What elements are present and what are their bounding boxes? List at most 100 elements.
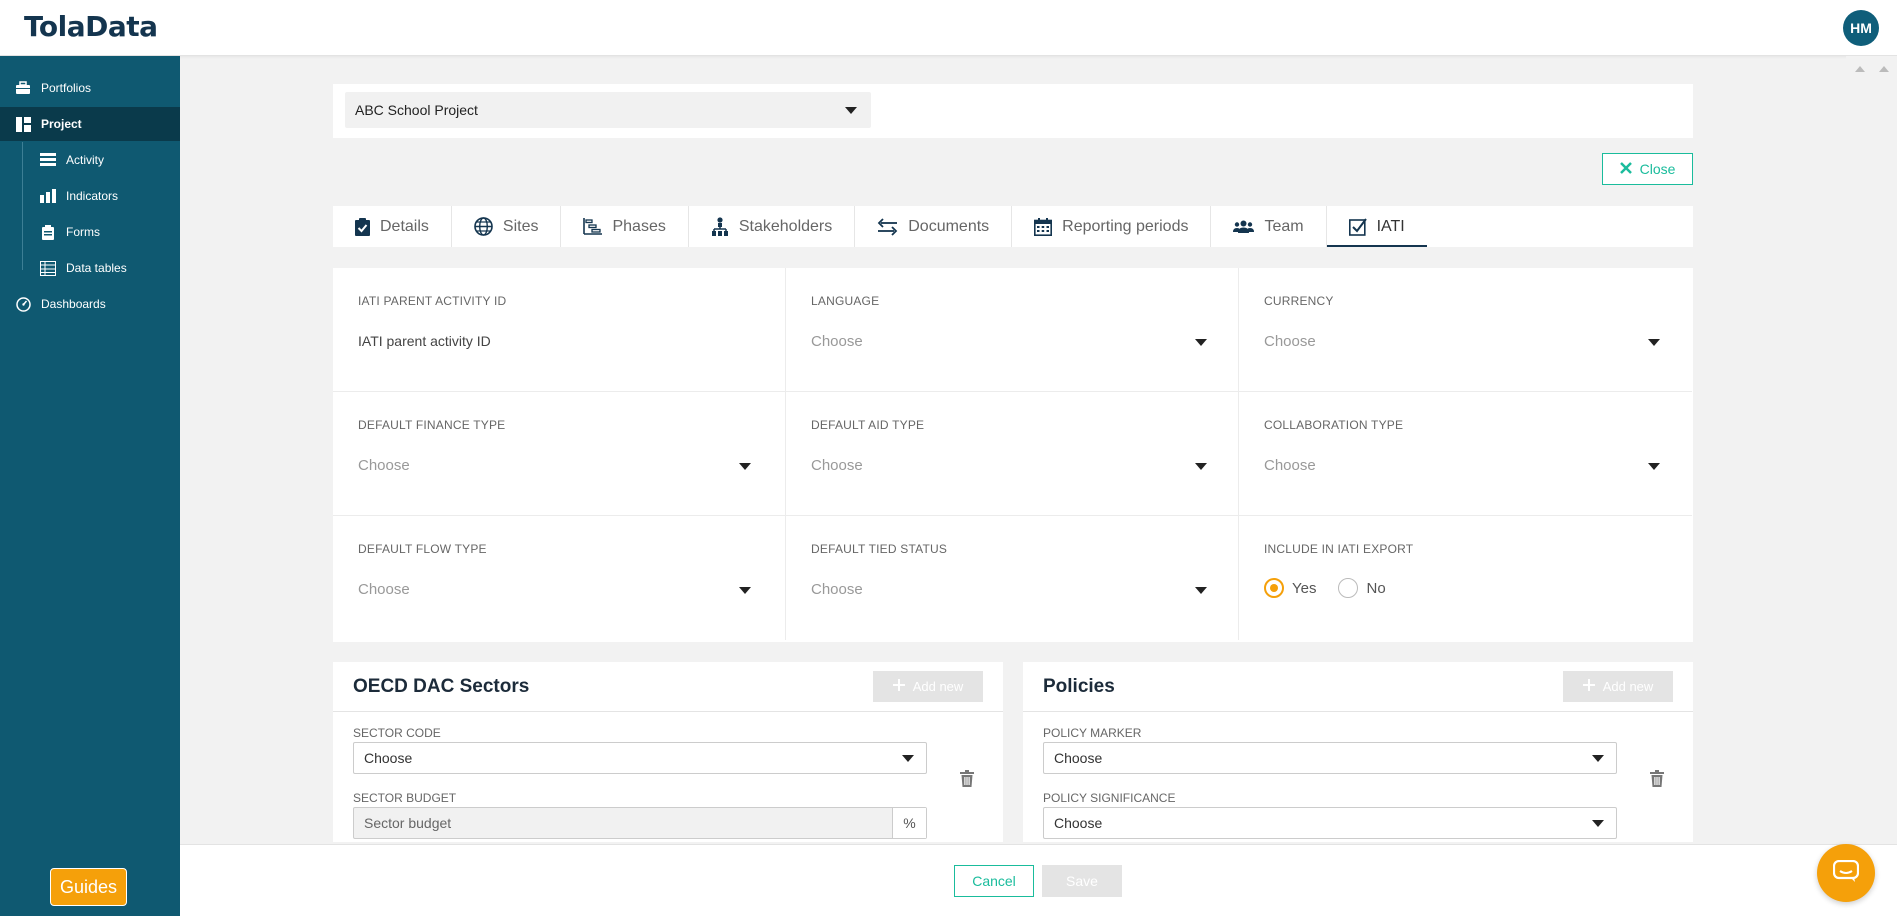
tab-sites[interactable]: Sites <box>452 206 562 247</box>
default-flow-type-select[interactable]: Choose <box>358 581 410 598</box>
chat-widget-button[interactable] <box>1817 844 1875 902</box>
sidebar-item-label: Indicators <box>66 189 119 203</box>
clipboard-check-icon <box>355 217 370 236</box>
sector-budget-input[interactable]: Sector budget % <box>353 807 927 839</box>
chevron-down-icon[interactable] <box>739 463 751 470</box>
chevron-down-icon[interactable] <box>1648 339 1660 346</box>
tab-details[interactable]: Details <box>333 206 452 247</box>
globe-icon <box>474 217 493 236</box>
sidebar-item-forms[interactable]: Forms <box>0 215 180 249</box>
sector-code-label: SECTOR CODE <box>353 726 441 740</box>
tab-label: Documents <box>908 217 990 235</box>
chevron-down-icon[interactable] <box>1195 339 1207 346</box>
close-button-label: Close <box>1639 161 1676 177</box>
briefcase-icon <box>15 80 31 96</box>
policy-marker-value: Choose <box>1054 750 1103 766</box>
app-logo[interactable]: TolaData <box>24 10 158 43</box>
chevron-down-icon[interactable] <box>1648 463 1660 470</box>
tab-documents[interactable]: Documents <box>855 206 1013 247</box>
user-avatar[interactable]: HM <box>1843 10 1879 46</box>
sidebar-item-project[interactable]: Project <box>0 107 180 141</box>
policy-marker-select[interactable]: Choose <box>1043 742 1617 774</box>
add-sector-button[interactable]: Add new <box>873 671 983 702</box>
tab-team[interactable]: Team <box>1211 206 1327 247</box>
chevron-down-icon <box>902 755 914 762</box>
scroll-up-icon[interactable] <box>1879 66 1889 72</box>
panel-title: Policies <box>1043 676 1115 697</box>
policy-significance-label: POLICY SIGNIFICANCE <box>1043 791 1176 805</box>
default-finance-type-select[interactable]: Choose <box>358 457 410 474</box>
sidebar-item-label: Activity <box>66 153 105 167</box>
sector-budget-label: SECTOR BUDGET <box>353 791 457 805</box>
sidebar-item-dashboards[interactable]: Dashboards <box>0 287 180 321</box>
guides-button[interactable]: Guides <box>50 868 127 906</box>
save-button[interactable]: Save <box>1042 865 1122 897</box>
scroll-up-icon[interactable] <box>1855 66 1865 72</box>
exchange-arrows-icon <box>877 217 898 236</box>
include-in-iati-export-field: INCLUDE IN IATI EXPORT Yes No <box>1239 516 1692 640</box>
panel-header: Policies Add new <box>1023 662 1693 712</box>
tab-label: Reporting periods <box>1062 217 1189 235</box>
tab-reporting-periods[interactable]: Reporting periods <box>1012 206 1212 247</box>
tab-stakeholders[interactable]: Stakeholders <box>689 206 856 247</box>
cancel-button[interactable]: Cancel <box>954 865 1034 897</box>
sidebar-item-indicators[interactable]: Indicators <box>0 179 180 213</box>
users-icon <box>1233 220 1255 234</box>
field-label: CURRENCY <box>1264 294 1334 308</box>
sidebar-item-data-tables[interactable]: Data tables <box>0 251 180 285</box>
default-aid-type-select[interactable]: Choose <box>811 457 863 474</box>
tab-phases[interactable]: Phases <box>561 206 689 247</box>
tab-label: Sites <box>502 217 539 235</box>
tab-label: Stakeholders <box>738 217 833 235</box>
iati-fields-grid: IATI PARENT ACTIVITY ID IATI parent acti… <box>333 268 1693 642</box>
radio-no-label[interactable]: No <box>1366 580 1385 597</box>
chevron-down-icon <box>845 107 857 114</box>
language-select[interactable]: Choose <box>811 333 863 350</box>
sidebar: Portfolios Project Activity Indicators F… <box>0 56 180 916</box>
chat-icon <box>1832 859 1860 887</box>
scrollbar-area[interactable] <box>1846 56 1897 844</box>
add-new-label: Add new <box>912 679 964 694</box>
tab-label: Phases <box>612 217 666 235</box>
collaboration-type-select[interactable]: Choose <box>1264 457 1316 474</box>
sector-code-select[interactable]: Choose <box>353 742 927 774</box>
field-label: DEFAULT FLOW TYPE <box>358 542 487 556</box>
sidebar-item-label: Forms <box>66 225 100 239</box>
gauge-icon <box>15 296 31 312</box>
clipboard-icon <box>40 224 56 240</box>
close-button[interactable]: Close <box>1602 153 1693 185</box>
add-policy-button[interactable]: Add new <box>1563 671 1673 702</box>
radio-yes[interactable] <box>1264 578 1284 598</box>
project-select[interactable]: ABC School Project <box>345 92 871 128</box>
field-label: IATI PARENT ACTIVITY ID <box>358 294 507 308</box>
policy-significance-select[interactable]: Choose <box>1043 807 1617 839</box>
tab-label: Details <box>380 217 429 235</box>
sidebar-item-portfolios[interactable]: Portfolios <box>0 71 180 105</box>
default-tied-status-select[interactable]: Choose <box>811 581 863 598</box>
close-icon <box>1619 161 1632 177</box>
form-footer: Cancel Save <box>180 844 1897 916</box>
chevron-down-icon[interactable] <box>1195 587 1207 594</box>
field-label: INCLUDE IN IATI EXPORT <box>1264 542 1414 556</box>
sidebar-item-activity[interactable]: Activity <box>0 143 180 177</box>
chevron-down-icon <box>1592 820 1604 827</box>
default-flow-type-field: DEFAULT FLOW TYPE Choose <box>333 516 786 640</box>
add-new-label: Add new <box>1602 679 1654 694</box>
policies-panel: Policies Add new POLICY MARKER Choose PO… <box>1023 662 1693 842</box>
sidebar-item-label: Project <box>41 117 82 131</box>
trash-icon[interactable] <box>960 770 974 787</box>
tab-iati[interactable]: IATI <box>1326 206 1427 247</box>
radio-yes-label[interactable]: Yes <box>1292 580 1316 597</box>
chevron-down-icon <box>1592 755 1604 762</box>
tab-label: Team <box>1264 217 1304 235</box>
radio-no[interactable] <box>1338 578 1359 598</box>
sidebar-item-label: Portfolios <box>41 81 92 95</box>
chevron-down-icon[interactable] <box>1195 463 1207 470</box>
table-icon <box>40 260 56 276</box>
plus-icon <box>892 679 905 694</box>
trash-icon[interactable] <box>1650 770 1664 787</box>
sidebar-item-label: Data tables <box>66 261 127 275</box>
iati-parent-activity-id-input[interactable]: IATI parent activity ID <box>358 333 491 349</box>
currency-select[interactable]: Choose <box>1264 333 1316 350</box>
chevron-down-icon[interactable] <box>739 587 751 594</box>
